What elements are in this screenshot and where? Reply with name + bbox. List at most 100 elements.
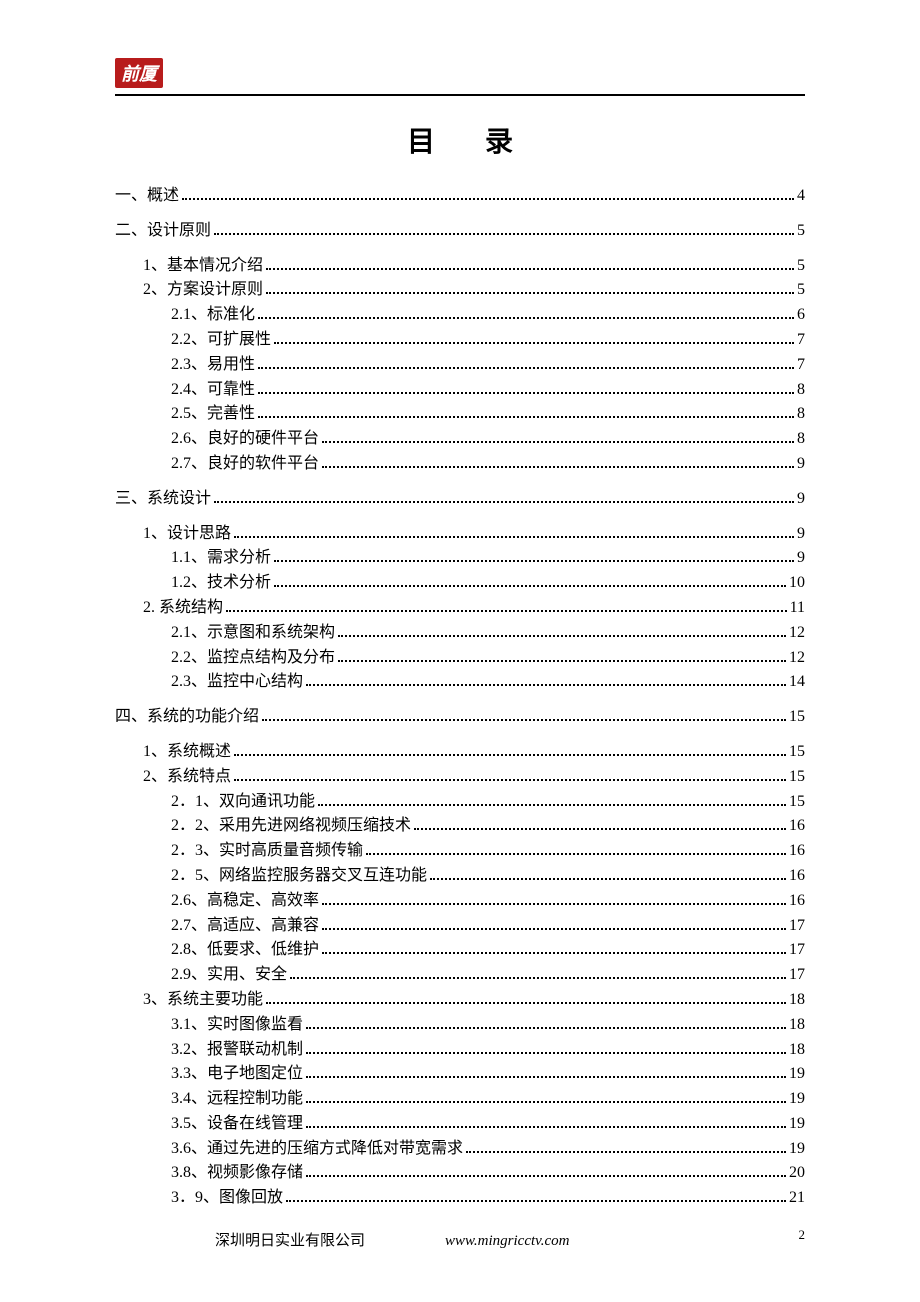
toc-entry-page: 21 bbox=[789, 1186, 805, 1211]
toc-entry: 2．1、双向通讯功能15 bbox=[171, 790, 805, 815]
toc-entry-page: 4 bbox=[797, 184, 805, 209]
toc-entry-page: 19 bbox=[789, 1112, 805, 1137]
toc-entry-label: 2.8、低要求、低维护 bbox=[171, 938, 319, 963]
toc-entry: 2.5、完善性8 bbox=[171, 402, 805, 427]
toc-entry-page: 17 bbox=[789, 938, 805, 963]
toc-entry-label: 3.4、远程控制功能 bbox=[171, 1087, 303, 1112]
toc-leader-dots bbox=[338, 649, 786, 662]
toc-section: 一、概述 4 bbox=[115, 184, 805, 209]
toc-entry-label: 2．3、实时高质量音频传输 bbox=[171, 839, 363, 864]
toc-leader-dots bbox=[306, 1090, 786, 1103]
toc-entry: 1.2、技术分析 10 bbox=[171, 571, 805, 596]
footer-page-number: 2 bbox=[799, 1227, 806, 1243]
toc-entry: 3.2、报警联动机制 18 bbox=[171, 1038, 805, 1063]
toc-entry-page: 16 bbox=[789, 839, 805, 864]
toc-entry-page: 8 bbox=[797, 427, 805, 452]
toc-entry-label: 3．9、图像回放 bbox=[171, 1186, 283, 1211]
toc-entry-label: 二、设计原则 bbox=[115, 219, 211, 244]
toc-entry-label: 2.7、高适应、高兼容 bbox=[171, 914, 319, 939]
toc-leader-dots bbox=[274, 574, 786, 587]
toc-leader-dots bbox=[322, 430, 794, 443]
toc-entry-page: 9 bbox=[797, 487, 805, 512]
toc-leader-dots bbox=[266, 282, 794, 295]
toc-entry: 三、系统设计 9 bbox=[115, 487, 805, 512]
toc-entry: 2.2、监控点结构及分布12 bbox=[171, 646, 805, 671]
toc-entry-page: 16 bbox=[789, 889, 805, 914]
toc-entry-label: 2.4、可靠性 bbox=[171, 378, 255, 403]
toc-entry: 2.9、实用、安全17 bbox=[171, 963, 805, 988]
toc-entry-label: 3.3、电子地图定位 bbox=[171, 1062, 303, 1087]
toc-entry-page: 10 bbox=[789, 571, 805, 596]
toc-leader-dots bbox=[322, 455, 794, 468]
toc-leader-dots bbox=[322, 942, 786, 955]
toc-entry-label: 2.2、可扩展性 bbox=[171, 328, 271, 353]
toc-leader-dots bbox=[306, 1165, 786, 1178]
toc-entry: 2.6、高稳定、高效率16 bbox=[171, 889, 805, 914]
toc-entry-page: 5 bbox=[797, 254, 805, 279]
toc-leader-dots bbox=[234, 743, 786, 756]
toc-entry: 2.7、高适应、高兼容 17 bbox=[171, 914, 805, 939]
toc-leader-dots bbox=[306, 1066, 786, 1079]
toc-entry: 1、设计思路 9 bbox=[143, 522, 805, 547]
toc-entry: 2、方案设计原则5 bbox=[143, 278, 805, 303]
toc-entry: 2．3、实时高质量音频传输 16 bbox=[171, 839, 805, 864]
toc-entry: 3.5、设备在线管理 19 bbox=[171, 1112, 805, 1137]
toc-entry: 2．2、采用先进网络视频压缩技术16 bbox=[171, 814, 805, 839]
toc-entry-page: 12 bbox=[789, 621, 805, 646]
toc-entry: 2.1、示意图和系统架构 12 bbox=[171, 621, 805, 646]
toc-entry: 2.2、可扩展性7 bbox=[171, 328, 805, 353]
toc-entry-page: 20 bbox=[789, 1161, 805, 1186]
toc-leader-dots bbox=[214, 490, 794, 503]
toc-entry-label: 1、设计思路 bbox=[143, 522, 231, 547]
toc-entry-page: 15 bbox=[789, 740, 805, 765]
toc-leader-dots bbox=[466, 1140, 786, 1153]
toc-subsection: 1、系统概述152、系统特点152．1、双向通讯功能152．2、采用先进网络视频… bbox=[115, 740, 805, 1211]
toc-entry-label: 2、方案设计原则 bbox=[143, 278, 263, 303]
toc-entry: 1.1、需求分析9 bbox=[171, 546, 805, 571]
toc-entry-page: 19 bbox=[789, 1137, 805, 1162]
toc-entry: 2.7、良好的软件平台9 bbox=[171, 452, 805, 477]
toc-entry-label: 3.6、通过先进的压缩方式降低对带宽需求 bbox=[171, 1137, 463, 1162]
toc-entry-page: 16 bbox=[789, 864, 805, 889]
toc-entry: 二、设计原则5 bbox=[115, 219, 805, 244]
toc-entry: 3.8、视频影像存储20 bbox=[171, 1161, 805, 1186]
page-title: 目录 bbox=[115, 120, 805, 160]
toc-entry-label: 三、系统设计 bbox=[115, 487, 211, 512]
toc-entry-label: 2. 系统结构 bbox=[143, 596, 223, 621]
toc-entry-label: 3.2、报警联动机制 bbox=[171, 1038, 303, 1063]
toc-entry-page: 15 bbox=[789, 705, 805, 730]
toc-subsection: 1、设计思路91.1、需求分析91.2、技术分析102. 系统结构112.1、示… bbox=[115, 522, 805, 696]
toc-entry-page: 11 bbox=[790, 596, 805, 621]
toc-entry-label: 2.1、示意图和系统架构 bbox=[171, 621, 335, 646]
toc-leader-dots bbox=[366, 842, 786, 855]
toc-entry: 2.8、低要求、低维护 17 bbox=[171, 938, 805, 963]
toc-entry-page: 9 bbox=[797, 522, 805, 547]
toc-entry: 四、系统的功能介绍15 bbox=[115, 705, 805, 730]
toc-entry-label: 2、系统特点 bbox=[143, 765, 231, 790]
header-rule bbox=[115, 94, 805, 96]
toc-entry-page: 18 bbox=[789, 1038, 805, 1063]
toc-entry-label: 1.2、技术分析 bbox=[171, 571, 271, 596]
toc-entry-label: 2．5、网络监控服务器交叉互连功能 bbox=[171, 864, 427, 889]
toc-entry-label: 3.1、实时图像监看 bbox=[171, 1013, 303, 1038]
toc-leader-dots bbox=[286, 1189, 786, 1202]
toc-entry-label: 一、概述 bbox=[115, 184, 179, 209]
toc-leader-dots bbox=[214, 222, 794, 235]
toc-entry-page: 18 bbox=[789, 988, 805, 1013]
page-footer: 深圳明日实业有限公司 www.mingricctv.com 2 bbox=[115, 1229, 805, 1250]
toc-entry-page: 12 bbox=[789, 646, 805, 671]
toc-entry: 3．9、图像回放 21 bbox=[171, 1186, 805, 1211]
toc-entry: 3.3、电子地图定位19 bbox=[171, 1062, 805, 1087]
toc-entry: 2、系统特点15 bbox=[143, 765, 805, 790]
toc-entry: 一、概述 4 bbox=[115, 184, 805, 209]
toc-leader-dots bbox=[274, 550, 794, 563]
toc-entry: 3.1、实时图像监看18 bbox=[171, 1013, 805, 1038]
toc-leader-dots bbox=[322, 892, 786, 905]
toc-entry-label: 3.5、设备在线管理 bbox=[171, 1112, 303, 1137]
toc-entry-page: 17 bbox=[789, 914, 805, 939]
toc-section: 三、系统设计 9 bbox=[115, 487, 805, 512]
toc-entry-label: 1、基本情况介绍 bbox=[143, 254, 263, 279]
toc-leader-dots bbox=[338, 624, 786, 637]
toc-entry: 2.3、易用性7 bbox=[171, 353, 805, 378]
table-of-contents: 一、概述4二、设计原则51、基本情况介绍52、方案设计原则52.1、标准化62.… bbox=[115, 184, 805, 1211]
